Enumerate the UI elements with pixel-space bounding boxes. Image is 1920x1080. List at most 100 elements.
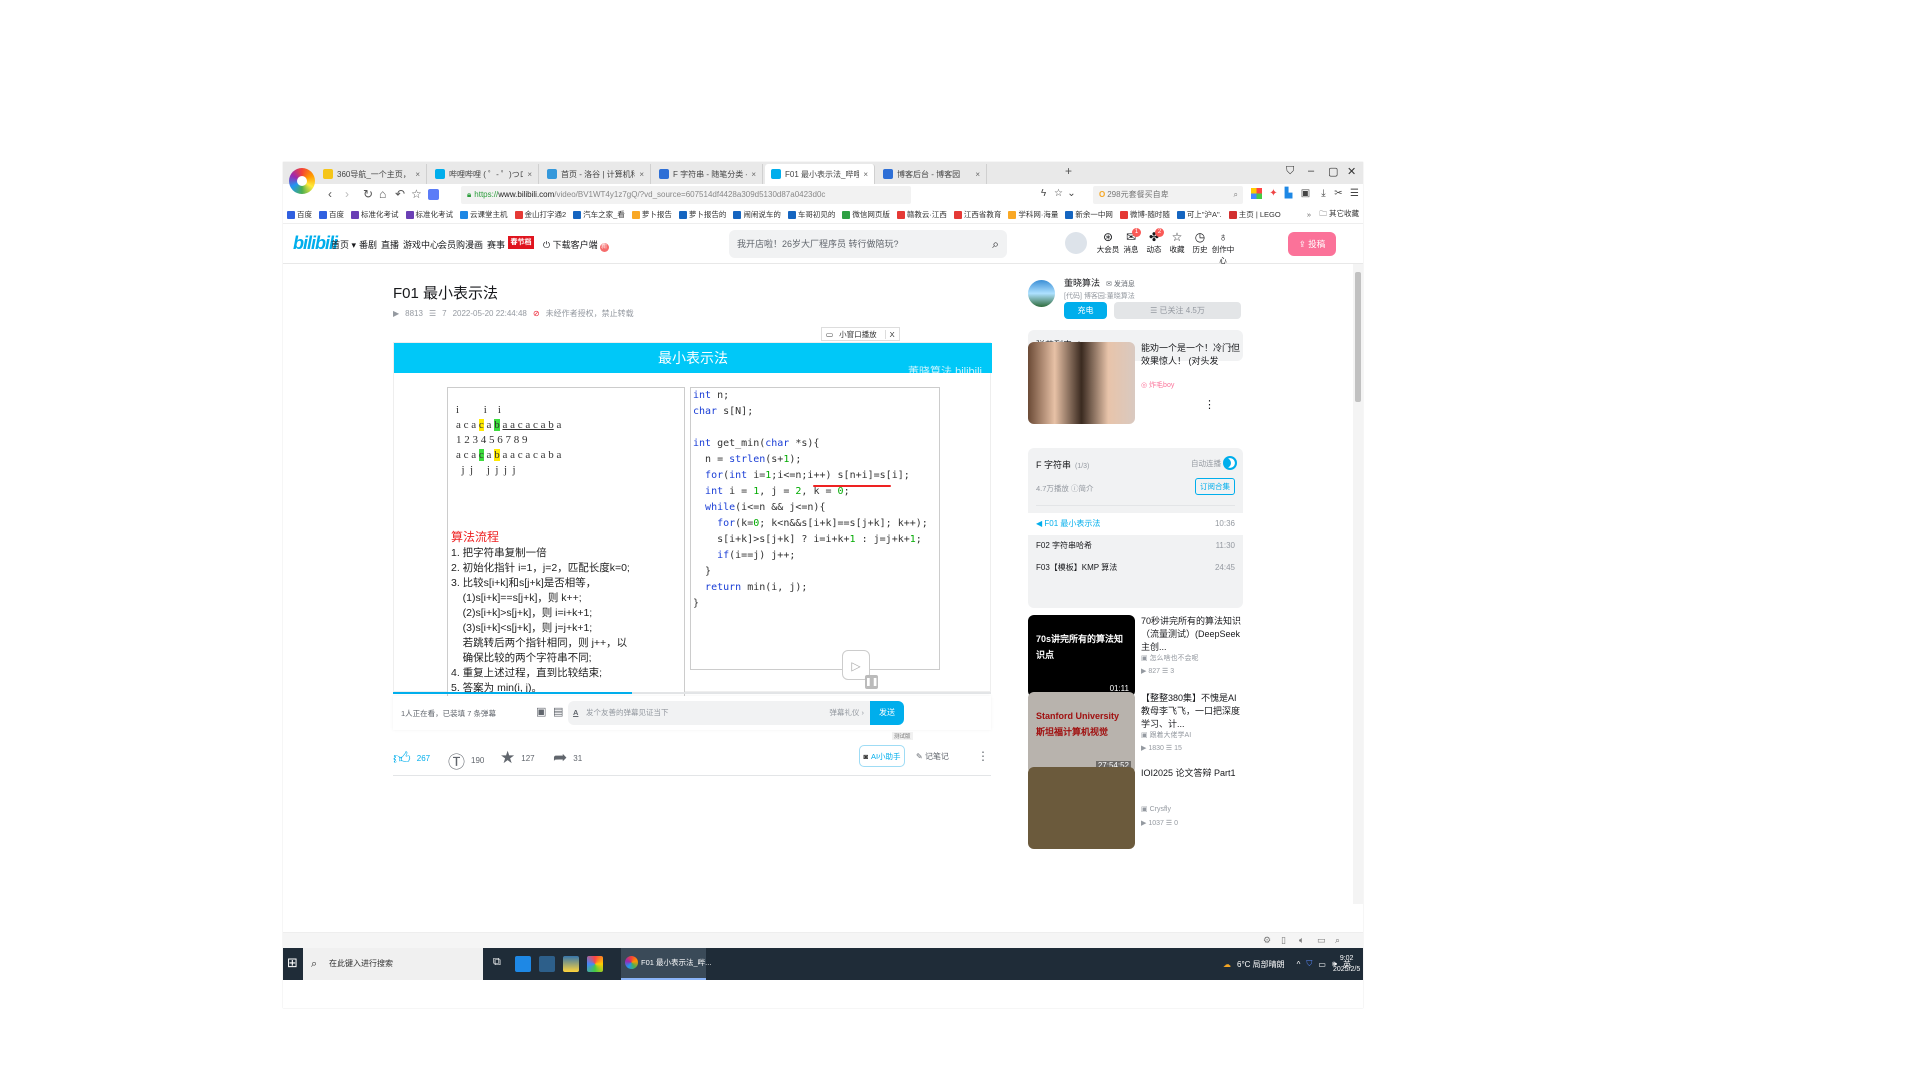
- video-title[interactable]: 【整整380集】不愧是AI教母李飞飞，一口把深度学习、计...: [1141, 692, 1241, 731]
- close-window-button[interactable]: ✕: [1347, 165, 1356, 178]
- clock[interactable]: 9:02 2025/2/5: [1333, 953, 1360, 975]
- close-tab-icon[interactable]: ×: [751, 170, 756, 179]
- uploader-name[interactable]: 董晓算法 ✉ 发消息: [1064, 276, 1135, 289]
- subscribe-collection-button[interactable]: 订阅合集: [1195, 478, 1235, 495]
- text-style-icon[interactable]: A: [573, 701, 578, 725]
- forward-button[interactable]: ›: [345, 187, 349, 201]
- bookmark-item[interactable]: 云课堂主机: [460, 209, 508, 220]
- nav-manga[interactable]: 漫画: [465, 238, 483, 251]
- bookmark-item[interactable]: 新余一中网: [1065, 209, 1113, 220]
- close-tab-icon[interactable]: ×: [527, 170, 532, 179]
- nav-live[interactable]: 直播: [381, 238, 399, 251]
- bookmark-item[interactable]: 赣教云·江西: [896, 209, 947, 220]
- bookmark-item[interactable]: 可上"沪A".: [1176, 209, 1222, 220]
- bilibili-search-input[interactable]: 我开店啦！26岁大厂程序员 转行做陪玩? ⌕: [729, 230, 1007, 258]
- ad-thumbnail[interactable]: [1028, 342, 1135, 424]
- bookmark-item[interactable]: 汽车之家_看: [573, 209, 625, 220]
- maximize-button[interactable]: ▢: [1328, 165, 1338, 178]
- menu-icon[interactable]: ☰: [1349, 188, 1360, 199]
- task-view-icon[interactable]: ⧉: [493, 956, 509, 972]
- more-options-button[interactable]: ⋮: [977, 749, 989, 763]
- app-icon-colorful[interactable]: [587, 956, 603, 972]
- ai-assistant-button[interactable]: ◙ AI小助手: [859, 745, 905, 767]
- browser-logo-icon[interactable]: [289, 168, 315, 194]
- autoplay-toggle[interactable]: [1223, 456, 1237, 470]
- video-thumbnail[interactable]: Stanford University 斯坦福计算机视觉 27:54:52: [1028, 692, 1135, 774]
- video-player[interactable]: 最小表示法 董晓算法 bilibili i i i a c a c a b a a …: [393, 342, 992, 729]
- nav-anime[interactable]: 番剧: [359, 238, 377, 251]
- recommended-video[interactable]: Stanford University 斯坦福计算机视觉 27:54:52 【整整3…: [1028, 692, 1243, 774]
- search-icon[interactable]: ⌕: [1234, 186, 1238, 204]
- bookmark-item[interactable]: 百度: [319, 209, 344, 220]
- playlist-item[interactable]: ◀ F01 最小表示法 10:36: [1028, 513, 1243, 535]
- pause-icon[interactable]: ❚❚: [865, 675, 878, 689]
- dropdown-icon[interactable]: ⌄: [1066, 188, 1077, 199]
- danmaku-settings-icon[interactable]: ▤: [553, 705, 563, 718]
- bookmark-item[interactable]: 金山打字通2: [514, 209, 566, 220]
- app-icon-blue[interactable]: [515, 956, 531, 972]
- video-author[interactable]: ▣ 怎么啥也不会呢: [1141, 653, 1199, 663]
- close-tab-icon[interactable]: ×: [863, 170, 868, 179]
- bookmark-item[interactable]: 标准化考试: [351, 209, 399, 220]
- windows-start-button[interactable]: ⊞: [287, 956, 301, 970]
- bookmark-star-icon[interactable]: ☆: [411, 187, 422, 201]
- browser-tab[interactable]: 360导航_一个主页，整个世界×: [317, 164, 427, 184]
- bookmark-item[interactable]: 百度: [287, 209, 312, 220]
- ad-title[interactable]: 能劝一个是一个！冷门但效果惊人！ (对头发: [1141, 342, 1241, 368]
- taskbar-active-window[interactable]: F01 最小表示法_哔...: [621, 948, 711, 980]
- ai-extension-icon[interactable]: [428, 189, 439, 200]
- festival-badge[interactable]: 春节档: [508, 236, 534, 249]
- bookmark-item[interactable]: 标准化考试: [405, 209, 453, 220]
- scrollbar-thumb[interactable]: [1355, 272, 1361, 402]
- close-tab-icon[interactable]: ×: [975, 170, 980, 179]
- download-client-link[interactable]: ⏻ 下载客户端新: [543, 238, 609, 252]
- zoom-icon[interactable]: ⌕: [1335, 935, 1340, 946]
- close-tab-icon[interactable]: ×: [639, 170, 644, 179]
- speed-icon[interactable]: ▙: [1283, 188, 1294, 199]
- browser-tab[interactable]: 哔哩哔哩 ( ゜- ゜)つロ 干杯~-×: [429, 164, 539, 184]
- python-icon[interactable]: [563, 956, 579, 972]
- playlist-item[interactable]: F02 字符串哈希 11:30: [1028, 535, 1243, 557]
- reload-icon[interactable]: ↻: [363, 187, 373, 201]
- mini-player-toggle[interactable]: ▭ 小窗口播放 X: [821, 327, 900, 341]
- mini-player-close[interactable]: X: [884, 329, 899, 339]
- recommended-video[interactable]: 70s讲完所有的算法知识点 01:11 70秒讲完所有的算法知识（流量测试）(Dee…: [1028, 615, 1243, 697]
- nav-home[interactable]: 首页 ▾: [331, 238, 356, 251]
- nav-game-center[interactable]: 游戏中心: [403, 238, 439, 251]
- user-avatar[interactable]: [1065, 232, 1087, 254]
- charge-button[interactable]: 充电: [1064, 302, 1107, 319]
- video-thumbnail[interactable]: 70s讲完所有的算法知识点 01:11: [1028, 615, 1135, 697]
- notes-button[interactable]: ✎ 记笔记: [916, 751, 949, 762]
- header-creator[interactable]: ♁ 创作中心: [1210, 230, 1236, 266]
- bookmark-item[interactable]: 学科网·海量: [1008, 209, 1058, 220]
- upload-button[interactable]: ⇪ 投稿: [1288, 232, 1336, 256]
- weather-text[interactable]: 6°C 局部晴朗: [1237, 959, 1285, 970]
- browser-tab[interactable]: F01 最小表示法_哔哩哔哩_bili×: [765, 164, 875, 184]
- screenshot-icon[interactable]: ✂: [1333, 188, 1344, 199]
- skin-icon[interactable]: ⛉: [1286, 165, 1294, 178]
- game-icon[interactable]: ✦: [1268, 188, 1279, 199]
- accelerate-icon[interactable]: ⚙: [1263, 935, 1271, 946]
- reader-icon[interactable]: ▣: [1300, 188, 1311, 199]
- minimize-button[interactable]: –: [1308, 165, 1314, 177]
- send-message-link[interactable]: ✉ 发消息: [1106, 281, 1135, 288]
- bookmark-item[interactable]: 闹闹说车的: [733, 209, 781, 220]
- recommended-video[interactable]: IOI2025 论文答辩 Part1 ▣ Crysfly ▶︎ 1037 ☰ 0: [1028, 767, 1243, 849]
- ad-card[interactable]: 能劝一个是一个！冷门但效果惊人！ (对头发 ◎ 炸毛boy ⋮: [1028, 342, 1243, 424]
- search-icon[interactable]: ⌕: [992, 230, 999, 258]
- playlist-item[interactable]: F03【模板】KMP 算法 24:45: [1028, 557, 1243, 579]
- volume-icon[interactable]: 🔈︎: [1299, 935, 1304, 946]
- calculator-icon[interactable]: [539, 956, 555, 972]
- page-scrollbar[interactable]: [1353, 264, 1363, 904]
- ad-more-button[interactable]: ⋮: [1204, 398, 1215, 411]
- browser-tab[interactable]: F 字符串 - 随笔分类 - 董晓 -×: [653, 164, 763, 184]
- nav-mall[interactable]: 会员购: [438, 238, 465, 251]
- coin-button[interactable]: Ⓣ 190: [448, 748, 484, 773]
- apps-icon[interactable]: [1251, 188, 1262, 199]
- bookmark-item[interactable]: 江西省教育: [953, 209, 1001, 220]
- home-icon[interactable]: ⌂: [379, 187, 386, 201]
- network-icon[interactable]: ▭: [1318, 960, 1326, 969]
- other-bookmarks-folder[interactable]: 🗀︎ 其它收藏: [1319, 208, 1359, 221]
- send-danmaku-button[interactable]: 发送: [870, 701, 904, 725]
- nav-esports[interactable]: 赛事: [487, 238, 505, 251]
